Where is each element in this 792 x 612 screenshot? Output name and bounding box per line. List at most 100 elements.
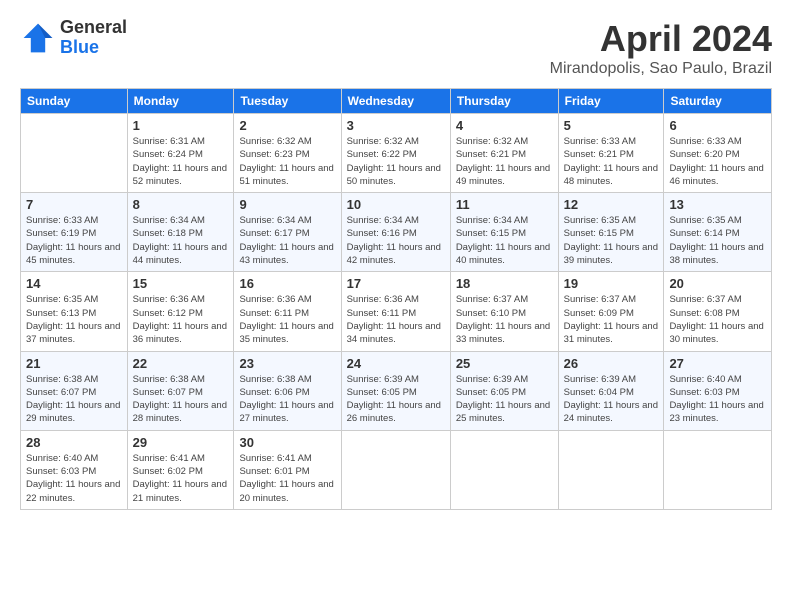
day-number: 17	[347, 276, 445, 291]
month-title: April 2024	[550, 18, 772, 60]
day-info: Sunrise: 6:35 AMSunset: 6:14 PMDaylight:…	[669, 214, 766, 267]
calendar-cell: 18 Sunrise: 6:37 AMSunset: 6:10 PMDayligh…	[450, 272, 558, 351]
col-friday: Friday	[558, 89, 664, 114]
day-number: 18	[456, 276, 553, 291]
day-number: 24	[347, 356, 445, 371]
day-info: Sunrise: 6:37 AMSunset: 6:10 PMDaylight:…	[456, 293, 553, 346]
calendar-cell: 21 Sunrise: 6:38 AMSunset: 6:07 PMDayligh…	[21, 351, 128, 430]
day-info: Sunrise: 6:35 AMSunset: 6:13 PMDaylight:…	[26, 293, 122, 346]
day-number: 11	[456, 197, 553, 212]
day-info: Sunrise: 6:37 AMSunset: 6:09 PMDaylight:…	[564, 293, 659, 346]
day-number: 26	[564, 356, 659, 371]
calendar-cell: 9Sunrise: 6:34 AMSunset: 6:17 PMDaylight…	[234, 193, 341, 272]
col-monday: Monday	[127, 89, 234, 114]
day-number: 20	[669, 276, 766, 291]
day-info: Sunrise: 6:33 AMSunset: 6:21 PMDaylight:…	[564, 135, 659, 188]
day-info: Sunrise: 6:34 AMSunset: 6:16 PMDaylight:…	[347, 214, 445, 267]
calendar-cell: 15Sunrise: 6:36 AMSunset: 6:12 PMDayligh…	[127, 272, 234, 351]
calendar-cell: 23 Sunrise: 6:38 AMSunset: 6:06 PMDayligh…	[234, 351, 341, 430]
day-info: Sunrise: 6:35 AMSunset: 6:15 PMDaylight:…	[564, 214, 659, 267]
logo-icon	[20, 20, 56, 56]
day-info: Sunrise: 6:34 AMSunset: 6:18 PMDaylight:…	[133, 214, 229, 267]
calendar-cell: 11 Sunrise: 6:34 AMSunset: 6:15 PMDayligh…	[450, 193, 558, 272]
calendar-cell: 6Sunrise: 6:33 AMSunset: 6:20 PMDaylight…	[664, 114, 772, 193]
day-info: Sunrise: 6:34 AMSunset: 6:17 PMDaylight:…	[239, 214, 335, 267]
day-info: Sunrise: 6:40 AMSunset: 6:03 PMDaylight:…	[669, 373, 766, 426]
day-number: 14	[26, 276, 122, 291]
day-info: Sunrise: 6:38 AMSunset: 6:07 PMDaylight:…	[133, 373, 229, 426]
day-info: Sunrise: 6:41 AMSunset: 6:02 PMDaylight:…	[133, 452, 229, 505]
calendar-cell: 5 Sunrise: 6:33 AMSunset: 6:21 PMDaylight…	[558, 114, 664, 193]
day-info: Sunrise: 6:32 AMSunset: 6:21 PMDaylight:…	[456, 135, 553, 188]
page: General Blue April 2024 Mirandopolis, Sa…	[0, 0, 792, 612]
day-number: 2	[239, 118, 335, 133]
calendar-week-row: 21 Sunrise: 6:38 AMSunset: 6:07 PMDayligh…	[21, 351, 772, 430]
day-number: 1	[133, 118, 229, 133]
logo-blue-text: Blue	[60, 38, 127, 58]
calendar-cell: 1 Sunrise: 6:31 AMSunset: 6:24 PMDaylight…	[127, 114, 234, 193]
day-number: 27	[669, 356, 766, 371]
day-number: 21	[26, 356, 122, 371]
calendar-cell: 4Sunrise: 6:32 AMSunset: 6:21 PMDaylight…	[450, 114, 558, 193]
col-sunday: Sunday	[21, 89, 128, 114]
day-number: 22	[133, 356, 229, 371]
calendar-cell: 3Sunrise: 6:32 AMSunset: 6:22 PMDaylight…	[341, 114, 450, 193]
col-wednesday: Wednesday	[341, 89, 450, 114]
calendar-cell: 27 Sunrise: 6:40 AMSunset: 6:03 PMDayligh…	[664, 351, 772, 430]
calendar-cell: 14 Sunrise: 6:35 AMSunset: 6:13 PMDayligh…	[21, 272, 128, 351]
day-number: 12	[564, 197, 659, 212]
day-info: Sunrise: 6:40 AMSunset: 6:03 PMDaylight:…	[26, 452, 122, 505]
calendar-cell: 16Sunrise: 6:36 AMSunset: 6:11 PMDayligh…	[234, 272, 341, 351]
calendar-cell: 30 Sunrise: 6:41 AMSunset: 6:01 PMDayligh…	[234, 430, 341, 509]
calendar-week-row: 7 Sunrise: 6:33 AMSunset: 6:19 PMDaylight…	[21, 193, 772, 272]
calendar-header-row: Sunday Monday Tuesday Wednesday Thursday…	[21, 89, 772, 114]
header: General Blue April 2024 Mirandopolis, Sa…	[20, 18, 772, 78]
logo-general-text: General	[60, 18, 127, 38]
calendar-cell: 7 Sunrise: 6:33 AMSunset: 6:19 PMDaylight…	[21, 193, 128, 272]
calendar-week-row: 28 Sunrise: 6:40 AMSunset: 6:03 PMDayligh…	[21, 430, 772, 509]
calendar-cell: 24 Sunrise: 6:39 AMSunset: 6:05 PMDayligh…	[341, 351, 450, 430]
calendar-cell: 20 Sunrise: 6:37 AMSunset: 6:08 PMDayligh…	[664, 272, 772, 351]
calendar-cell: 13Sunrise: 6:35 AMSunset: 6:14 PMDayligh…	[664, 193, 772, 272]
day-info: Sunrise: 6:33 AMSunset: 6:20 PMDaylight:…	[669, 135, 766, 188]
calendar-cell	[450, 430, 558, 509]
calendar-cell	[21, 114, 128, 193]
day-info: Sunrise: 6:39 AMSunset: 6:05 PMDaylight:…	[456, 373, 553, 426]
day-info: Sunrise: 6:39 AMSunset: 6:04 PMDaylight:…	[564, 373, 659, 426]
calendar-cell: 19 Sunrise: 6:37 AMSunset: 6:09 PMDayligh…	[558, 272, 664, 351]
calendar-cell: 25 Sunrise: 6:39 AMSunset: 6:05 PMDayligh…	[450, 351, 558, 430]
calendar-cell	[664, 430, 772, 509]
day-info: Sunrise: 6:36 AMSunset: 6:11 PMDaylight:…	[347, 293, 445, 346]
day-number: 25	[456, 356, 553, 371]
day-info: Sunrise: 6:32 AMSunset: 6:22 PMDaylight:…	[347, 135, 445, 188]
day-number: 5	[564, 118, 659, 133]
calendar: Sunday Monday Tuesday Wednesday Thursday…	[20, 88, 772, 510]
calendar-cell	[341, 430, 450, 509]
day-number: 7	[26, 197, 122, 212]
title-block: April 2024 Mirandopolis, Sao Paulo, Braz…	[550, 18, 772, 78]
day-number: 29	[133, 435, 229, 450]
calendar-cell: 10 Sunrise: 6:34 AMSunset: 6:16 PMDayligh…	[341, 193, 450, 272]
day-number: 23	[239, 356, 335, 371]
day-number: 10	[347, 197, 445, 212]
logo: General Blue	[20, 18, 127, 58]
calendar-week-row: 1 Sunrise: 6:31 AMSunset: 6:24 PMDaylight…	[21, 114, 772, 193]
day-number: 30	[239, 435, 335, 450]
day-info: Sunrise: 6:33 AMSunset: 6:19 PMDaylight:…	[26, 214, 122, 267]
day-info: Sunrise: 6:31 AMSunset: 6:24 PMDaylight:…	[133, 135, 229, 188]
day-info: Sunrise: 6:34 AMSunset: 6:15 PMDaylight:…	[456, 214, 553, 267]
calendar-cell: 2Sunrise: 6:32 AMSunset: 6:23 PMDaylight…	[234, 114, 341, 193]
calendar-cell: 22 Sunrise: 6:38 AMSunset: 6:07 PMDayligh…	[127, 351, 234, 430]
calendar-cell: 26 Sunrise: 6:39 AMSunset: 6:04 PMDayligh…	[558, 351, 664, 430]
calendar-week-row: 14 Sunrise: 6:35 AMSunset: 6:13 PMDayligh…	[21, 272, 772, 351]
day-number: 19	[564, 276, 659, 291]
day-info: Sunrise: 6:38 AMSunset: 6:07 PMDaylight:…	[26, 373, 122, 426]
day-info: Sunrise: 6:37 AMSunset: 6:08 PMDaylight:…	[669, 293, 766, 346]
day-number: 28	[26, 435, 122, 450]
calendar-cell: 28 Sunrise: 6:40 AMSunset: 6:03 PMDayligh…	[21, 430, 128, 509]
day-info: Sunrise: 6:41 AMSunset: 6:01 PMDaylight:…	[239, 452, 335, 505]
day-info: Sunrise: 6:39 AMSunset: 6:05 PMDaylight:…	[347, 373, 445, 426]
day-info: Sunrise: 6:38 AMSunset: 6:06 PMDaylight:…	[239, 373, 335, 426]
calendar-cell: 8Sunrise: 6:34 AMSunset: 6:18 PMDaylight…	[127, 193, 234, 272]
day-number: 15	[133, 276, 229, 291]
